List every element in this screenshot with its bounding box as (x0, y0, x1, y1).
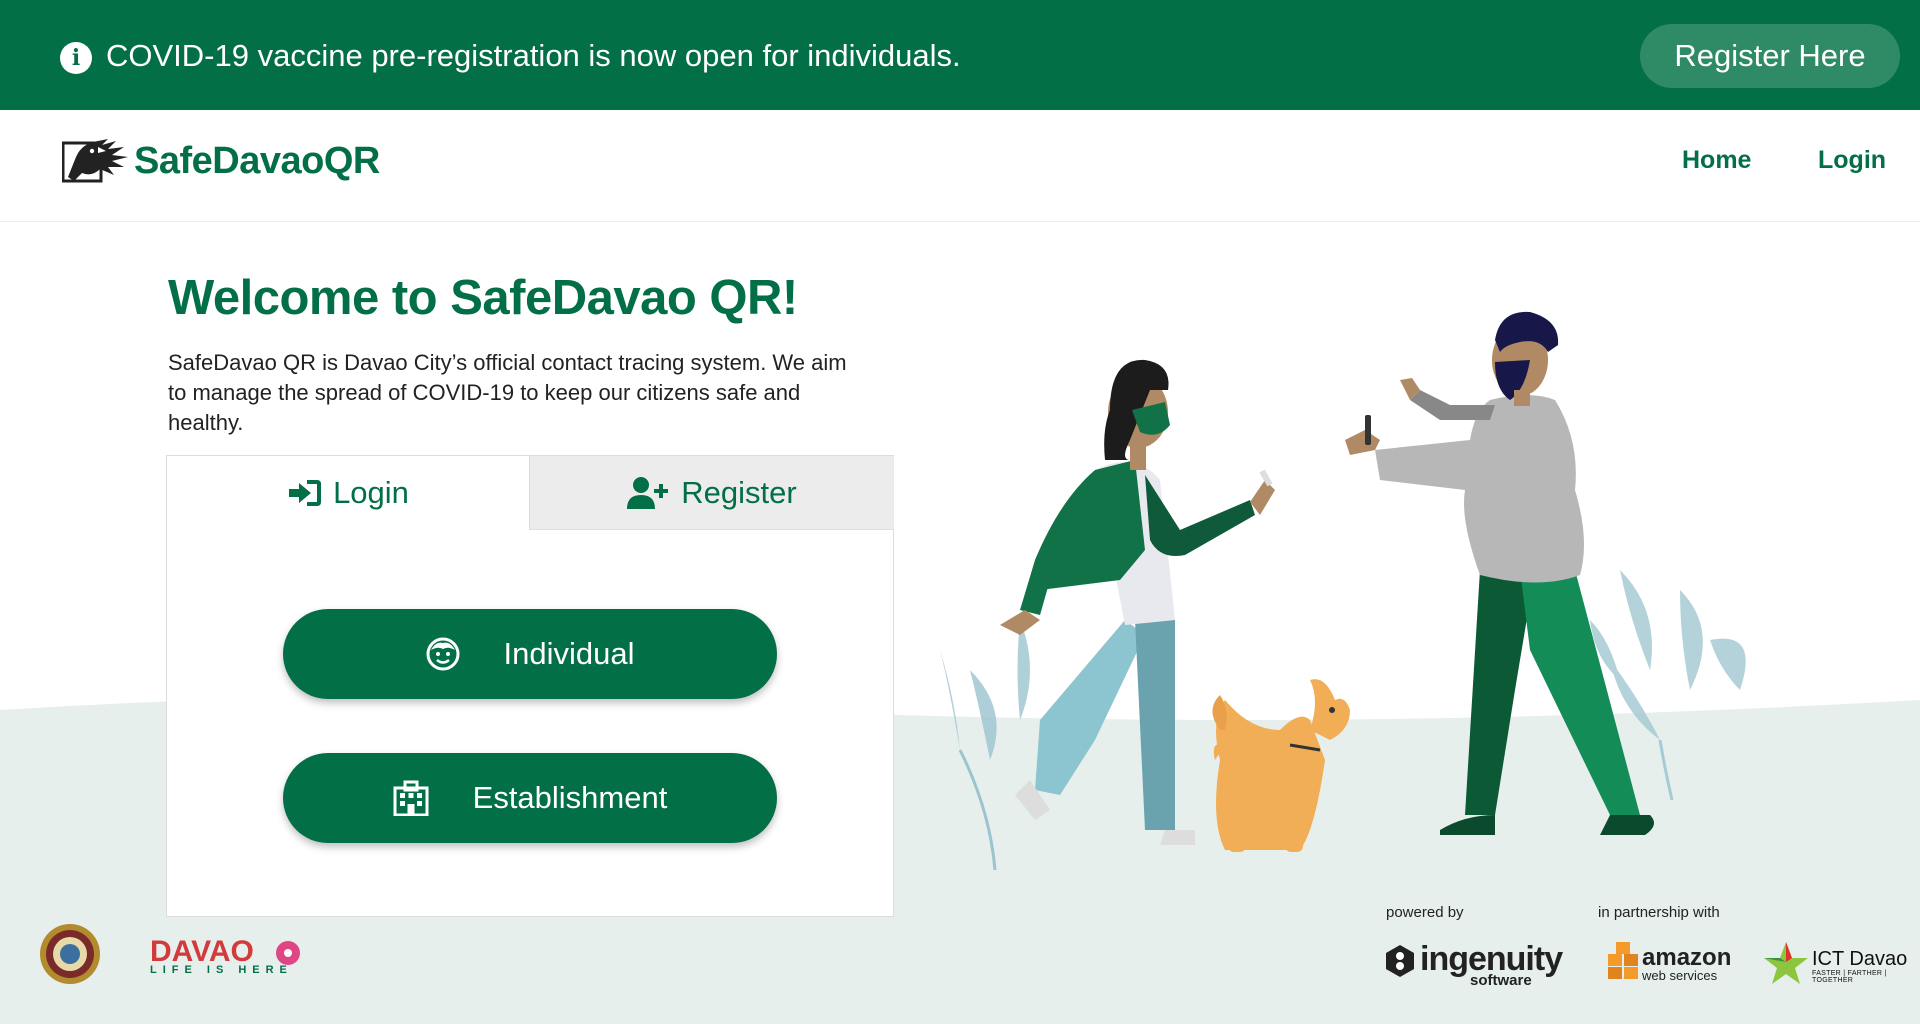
davao-tagline: LIFE IS HERE (150, 964, 293, 976)
dog-figure (1212, 679, 1350, 852)
page-title: Welcome to SafeDavao QR! (168, 271, 798, 325)
davao-city-seal-icon (40, 924, 100, 984)
brand-name[interactable]: SafeDavaoQR (134, 140, 380, 183)
eagle-logo-icon (62, 139, 128, 183)
tab-register[interactable]: Register (530, 456, 894, 530)
ict-davao-sub: FASTER | FARTHER | TOGETHER (1812, 970, 1887, 984)
info-icon: i (60, 42, 92, 74)
individual-button[interactable]: Individual (283, 609, 777, 699)
nav-home-link[interactable]: Home (1682, 146, 1751, 175)
user-plus-icon (627, 476, 669, 510)
amazon-sub: web services (1642, 968, 1718, 983)
auth-card: Login Register Individual Establishment (166, 455, 894, 917)
establishment-button[interactable]: Establishment (283, 753, 777, 843)
ingenuity-sub: software (1470, 972, 1532, 989)
banner-message: COVID-19 vaccine pre-registration is now… (106, 38, 961, 73)
partnership-label: in partnership with (1598, 904, 1720, 921)
people-illustration (940, 311, 1746, 871)
man-figure (1345, 311, 1654, 835)
sign-in-icon (287, 479, 322, 507)
plant-left (940, 620, 1030, 760)
ict-davao-logo-icon (1764, 942, 1808, 984)
ict-davao-name: ICT Davao (1812, 948, 1908, 970)
tab-login-label: Login (333, 475, 409, 510)
register-here-button[interactable]: Register Here (1640, 24, 1900, 88)
child-face-icon (426, 637, 460, 671)
establishment-label: Establishment (472, 780, 668, 815)
building-icon (393, 780, 429, 816)
tab-login[interactable]: Login (167, 456, 530, 530)
tab-register-label: Register (681, 474, 797, 510)
aws-cubes-icon (1608, 942, 1638, 979)
individual-label: Individual (503, 636, 635, 671)
powered-by-label: powered by (1386, 904, 1464, 921)
ingenuity-logo-icon (1386, 945, 1414, 977)
page-description: SafeDavao QR is Davao City’s official co… (168, 350, 847, 435)
nav-login-link[interactable]: Login (1818, 146, 1886, 175)
plant-right (1590, 570, 1746, 740)
announcement-banner: i COVID-19 vaccine pre-registration is n… (0, 0, 1920, 110)
